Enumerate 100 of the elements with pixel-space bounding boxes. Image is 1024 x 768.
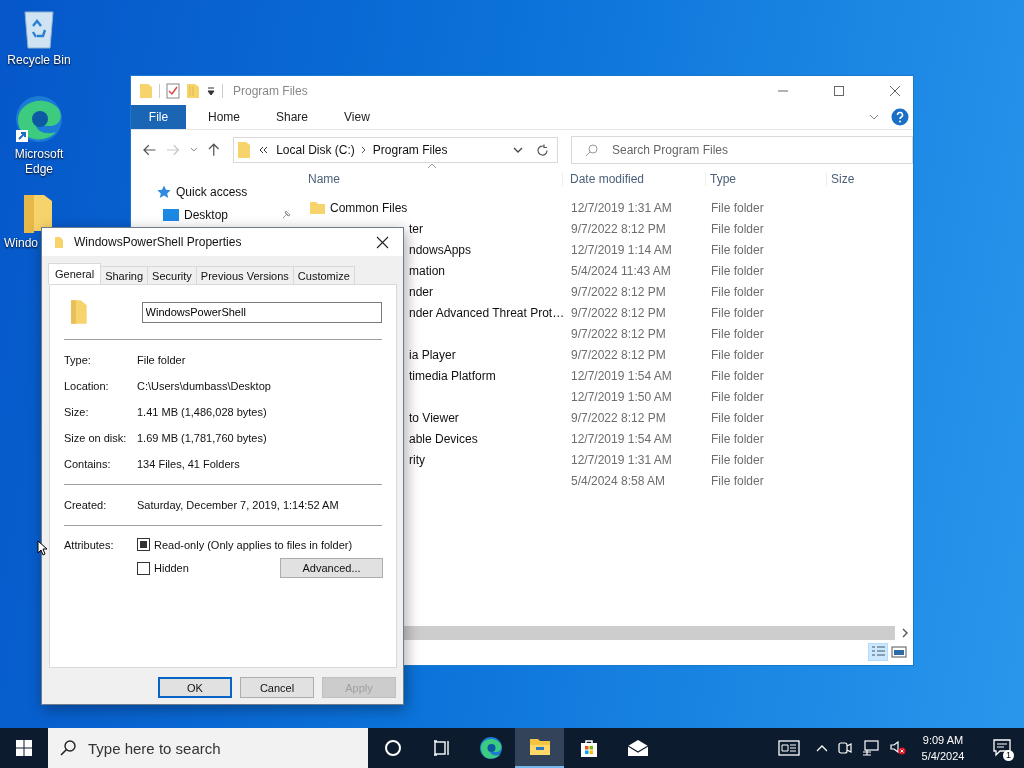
type-cell-text: File folder [710, 431, 765, 446]
notifications-icon[interactable] [993, 739, 1011, 757]
circle-icon [383, 739, 402, 757]
folder-icon [310, 201, 325, 214]
help-icon[interactable] [891, 108, 909, 126]
camera-icon[interactable] [838, 740, 852, 756]
checkbox[interactable] [137, 538, 150, 551]
checkbox-label[interactable]: Read-only (Only applies to files in folder) [154, 538, 353, 551]
advanced-button[interactable]: Advanced... [280, 558, 383, 578]
file-name[interactable]: nder [409, 284, 434, 299]
folder-icon [528, 738, 551, 756]
file-name[interactable]: mation [409, 263, 446, 278]
dialog-tab[interactable]: General [48, 263, 102, 284]
folder-icon [54, 235, 64, 249]
address-bar[interactable]: Local Disk (C:) Program Files [233, 137, 530, 163]
breadcrumb-item[interactable]: Local Disk (C:) [276, 143, 355, 157]
up-arrow-icon[interactable] [207, 143, 220, 157]
windows-logo-icon [16, 740, 32, 756]
date-cell-text: 12/7/2019 1:50 AM [570, 389, 673, 404]
dialog-tab[interactable]: Sharing [100, 266, 149, 284]
type-cell-text: File folder [710, 452, 765, 467]
ribbon-tab[interactable]: Home [194, 105, 254, 129]
property-label: Contains: [64, 458, 112, 470]
file-name[interactable]: Common Files [330, 200, 408, 215]
chevron-right-icon[interactable] [360, 146, 367, 154]
pin-icon[interactable] [281, 210, 292, 220]
date-cell-text: 12/7/2019 1:14 AM [570, 242, 673, 257]
file-name[interactable]: timedia Platform [409, 368, 496, 383]
type-cell-text: File folder [710, 347, 765, 362]
name-field[interactable]: WindowsPowerShell [141, 301, 382, 323]
edge-icon[interactable] [14, 94, 64, 144]
dialog-button[interactable]: Cancel [240, 677, 314, 698]
date-cell-text: 12/7/2019 1:31 AM [570, 200, 673, 215]
folder-icon [237, 141, 252, 159]
property-label: Location: [64, 380, 110, 392]
file-name[interactable]: ndowsApps [409, 242, 472, 257]
file-name[interactable]: rity [409, 452, 425, 467]
close-icon[interactable] [376, 235, 389, 249]
date-cell-text: 12/7/2019 1:54 AM [570, 368, 673, 383]
type-cell-text: File folder [710, 410, 765, 425]
property-value: C:\Users\dumbass\Desktop [137, 380, 271, 392]
ribbon-tab[interactable]: View [330, 105, 384, 129]
property-label: Type: [64, 354, 92, 366]
checkbox[interactable] [137, 561, 150, 575]
star-icon[interactable] [157, 185, 171, 199]
column-header[interactable]: Name [308, 172, 562, 186]
dialog-tab[interactable]: Customize [292, 266, 355, 284]
type-cell-text: File folder [710, 368, 765, 383]
dialog-button[interactable]: OK [158, 677, 232, 698]
mouse-cursor-icon [37, 540, 47, 556]
desktop-icon-label[interactable]: Microsoft Edge [4, 147, 74, 177]
clock-time[interactable]: 9:09 AM [922, 732, 964, 748]
store-bag-icon [578, 738, 599, 758]
date-cell-text: 9/7/2022 8:12 PM [570, 284, 667, 299]
desktop-icon-label[interactable]: Windo [4, 236, 44, 251]
thumbnail-view-icon[interactable] [891, 645, 907, 659]
properties-icon[interactable] [166, 82, 180, 99]
property-value: 134 Files, 41 Folders [137, 458, 240, 470]
nav-item[interactable]: Quick access [176, 185, 248, 199]
checkbox-label[interactable]: Hidden [154, 562, 189, 574]
property-value: File folder [137, 354, 186, 366]
date-cell-text: 9/7/2022 8:12 PM [570, 326, 667, 341]
caret-icon[interactable] [206, 85, 216, 96]
sort-caret-icon[interactable] [427, 163, 437, 169]
search-icon [60, 740, 76, 756]
file-name[interactable]: ter [409, 221, 423, 236]
edge-icon [478, 736, 503, 760]
chevron-down-icon[interactable] [512, 146, 523, 154]
date-cell-text: 9/7/2022 8:12 PM [570, 347, 667, 362]
column-header[interactable]: Size [826, 172, 855, 186]
date-cell-text: 9/7/2022 8:12 PM [570, 305, 667, 320]
column-header[interactable]: Date modified [562, 172, 705, 186]
maximize-icon[interactable] [833, 84, 845, 97]
file-name[interactable]: ia Player [409, 347, 456, 362]
desktop-icon-label[interactable]: Recycle Bin [4, 53, 74, 68]
taskbar-button[interactable] [515, 728, 564, 768]
back-arrow-icon[interactable] [143, 144, 157, 156]
ribbon-tab[interactable]: Share [262, 105, 323, 129]
date-cell-text: 5/4/2024 11:43 AM [570, 263, 672, 278]
news-icon[interactable] [778, 740, 800, 756]
search-field[interactable]: Search Program Files [571, 136, 913, 164]
taskbar-search-field[interactable]: Type here to search [48, 728, 368, 768]
refresh-icon [536, 143, 550, 157]
chevron-right-icon[interactable] [901, 628, 909, 638]
dialog-tab[interactable]: Security [147, 266, 197, 284]
nav-item[interactable]: Desktop [184, 208, 229, 222]
file-name[interactable]: to Viewer [409, 410, 459, 425]
breadcrumb-item[interactable]: Program Files [372, 143, 448, 157]
file-name[interactable]: nder Advanced Threat Prot… [409, 305, 565, 320]
volume-muted-icon[interactable] [890, 741, 906, 755]
chevron-up-icon[interactable] [816, 744, 828, 752]
clock-date[interactable]: 5/4/2024 [921, 748, 965, 764]
type-cell-text: File folder [710, 242, 765, 257]
refresh-button[interactable] [528, 137, 558, 163]
task-view-icon [432, 740, 451, 756]
file-name[interactable]: able Devices [409, 431, 478, 446]
network-icon[interactable] [862, 740, 880, 756]
column-header[interactable]: Type [705, 172, 826, 186]
type-cell-text: File folder [710, 389, 765, 404]
ribbon-tab[interactable]: File [131, 105, 186, 129]
